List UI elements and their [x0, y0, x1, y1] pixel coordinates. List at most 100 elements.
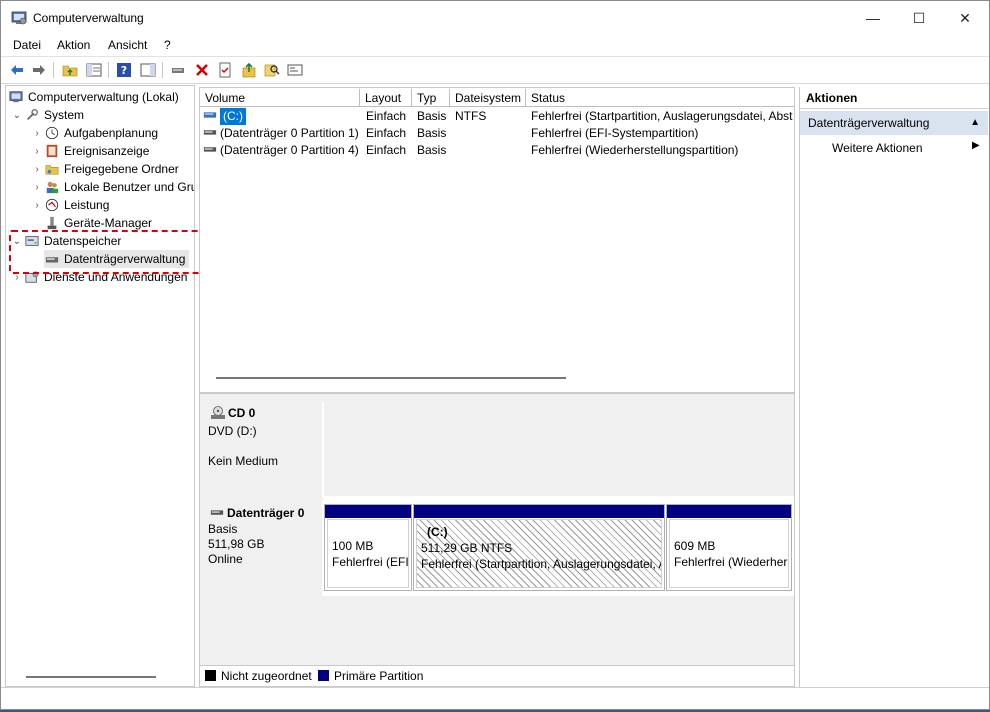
legend-label: Nicht zugeordnet: [221, 669, 312, 683]
typ-cell: Basis: [417, 126, 447, 140]
collapse-up-icon[interactable]: ▲: [970, 111, 980, 135]
partition-size: 100 MB: [332, 539, 374, 553]
window-title: Computerverwaltung: [33, 11, 144, 25]
submenu-arrow-icon[interactable]: ▶: [972, 140, 980, 151]
menu-aktion[interactable]: Aktion: [57, 38, 90, 52]
tree-item-aufgabenplanung[interactable]: › Aufgabenplanung: [30, 124, 158, 142]
connect-icon[interactable]: [169, 61, 187, 79]
table-row[interactable]: (C:) Einfach Basis NTFS Fehlerfrei (Star…: [200, 108, 794, 125]
typ-cell: Basis: [417, 143, 447, 157]
menu-help[interactable]: ?: [164, 38, 171, 52]
column-volume[interactable]: Volume: [200, 89, 360, 107]
menu-datei[interactable]: Datei: [13, 38, 41, 52]
cd-drive-icon: [210, 406, 226, 420]
column-dateisystem[interactable]: Dateisystem: [450, 89, 526, 107]
shared-folder-icon: [44, 161, 60, 177]
chevron-right-icon[interactable]: ›: [30, 164, 44, 175]
disk-drive-label: DVD (D:): [208, 424, 257, 438]
back-arrow-icon[interactable]: [8, 61, 26, 79]
toolbar: ?: [1, 56, 989, 84]
performance-icon: [44, 197, 60, 213]
actions-section-disk-management[interactable]: Datenträgerverwaltung ▲: [800, 111, 988, 135]
partition-title: (C:): [427, 525, 448, 539]
tree-root[interactable]: Computerverwaltung (Lokal): [8, 88, 179, 106]
typ-cell: Basis: [417, 109, 447, 123]
disk-name: Datenträger 0: [227, 506, 305, 520]
column-typ[interactable]: Typ: [412, 89, 450, 107]
chevron-right-icon[interactable]: ›: [30, 146, 44, 157]
tree-item-lokale-benutzer[interactable]: › Lokale Benutzer und Gru: [30, 178, 194, 196]
tree-item-label: Leistung: [64, 198, 110, 212]
console-icon[interactable]: [286, 61, 304, 79]
column-layout[interactable]: Layout: [360, 89, 412, 107]
table-row[interactable]: (Datenträger 0 Partition 1) Einfach Basi…: [200, 125, 794, 142]
legend-primary: Primäre Partition: [318, 669, 423, 683]
disk-info-disk0[interactable]: Datenträger 0 Basis 511,98 GB Online: [200, 500, 324, 596]
layout-cell: Einfach: [366, 143, 407, 157]
column-status[interactable]: Status: [526, 89, 794, 107]
tree-item-label: Freigegebene Ordner: [64, 162, 179, 176]
close-button[interactable]: ✕: [942, 1, 988, 35]
chevron-right-icon[interactable]: ›: [30, 200, 44, 211]
hard-disk-icon: [210, 507, 224, 519]
highlight-box: [9, 230, 201, 274]
help-icon[interactable]: ?: [115, 61, 133, 79]
partition-efi[interactable]: 100 MB Fehlerfrei (EFI-: [324, 504, 412, 591]
primary-partition-bar: [325, 505, 411, 518]
tree-item-system[interactable]: ⌄ System: [10, 106, 84, 124]
action-label: Weitere Aktionen: [832, 141, 923, 155]
search-icon[interactable]: [263, 61, 281, 79]
computer-management-icon: [8, 89, 24, 105]
partition-status: Fehlerfrei (Wiederher: [674, 555, 788, 569]
layout-cell: Einfach: [366, 109, 407, 123]
show-action-pane-icon[interactable]: [139, 61, 157, 79]
volume-name: (C:): [220, 108, 246, 125]
partition-c[interactable]: (C:) 511,29 GB NTFS Fehlerfrei (Startpar…: [413, 504, 665, 591]
menu-ansicht[interactable]: Ansicht: [108, 38, 147, 52]
primary-partition-bar: [414, 505, 664, 518]
partition-body: (C:) 511,29 GB NTFS Fehlerfrei (Startpar…: [416, 519, 662, 588]
chevron-down-icon[interactable]: ⌄: [10, 110, 24, 121]
partition-size: 609 MB: [674, 539, 716, 553]
export-icon[interactable]: [240, 61, 258, 79]
volume-name: (Datenträger 0 Partition 4): [220, 143, 359, 157]
show-tree-icon[interactable]: [85, 61, 103, 79]
title-bar: Computerverwaltung — ☐ ✕: [1, 1, 989, 35]
unallocated-swatch: [205, 670, 216, 681]
disk-state: Online: [208, 552, 243, 566]
volume-list-horizontal-scrollbar[interactable]: [216, 377, 566, 379]
actions-section-label: Datenträgerverwaltung: [808, 116, 930, 130]
primary-swatch: [318, 670, 329, 681]
tree-item-label: System: [44, 108, 85, 122]
svg-text:?: ?: [121, 64, 127, 77]
forward-arrow-icon[interactable]: [30, 61, 48, 79]
tree-horizontal-scrollbar[interactable]: [26, 676, 156, 678]
chevron-right-icon[interactable]: ›: [30, 128, 44, 139]
computer-management-window: Computerverwaltung — ☐ ✕ Datei Aktion An…: [0, 0, 990, 710]
tree-item-freigegebene-ordner[interactable]: › Freigegebene Ordner: [30, 160, 179, 178]
maximize-button[interactable]: ☐: [896, 1, 942, 35]
action-more-actions[interactable]: Weitere Aktionen: [832, 139, 923, 157]
users-icon: [44, 179, 60, 195]
partition-recovery[interactable]: 609 MB Fehlerfrei (Wiederher: [666, 504, 792, 591]
legend-unallocated: Nicht zugeordnet: [205, 669, 312, 683]
table-row[interactable]: (Datenträger 0 Partition 4) Einfach Basi…: [200, 142, 794, 159]
up-folder-icon[interactable]: [61, 61, 79, 79]
navigation-tree: Computerverwaltung (Lokal) ⌄ System › Au…: [5, 85, 195, 687]
layout-cell: Einfach: [366, 126, 407, 140]
minimize-button[interactable]: —: [850, 1, 896, 35]
cd-empty-area: [324, 402, 794, 498]
chevron-right-icon[interactable]: ›: [30, 182, 44, 193]
tree-item-label: Aufgabenplanung: [64, 126, 159, 140]
partition-body: 609 MB Fehlerfrei (Wiederher: [669, 519, 789, 588]
properties-icon[interactable]: [216, 61, 234, 79]
delete-icon[interactable]: [193, 61, 211, 79]
status-cell: Fehlerfrei (EFI-Systempartition): [531, 126, 699, 140]
tree-item-ereignisanzeige[interactable]: › Ereignisanzeige: [30, 142, 149, 160]
actions-header: Aktionen: [800, 87, 988, 109]
device-manager-icon: [44, 215, 60, 231]
tree-item-leistung[interactable]: › Leistung: [30, 196, 109, 214]
event-viewer-icon: [44, 143, 60, 159]
partition-status: Fehlerfrei (Startpartition, Auslagerungs…: [421, 557, 662, 571]
disk-info-cd0[interactable]: CD 0 DVD (D:) Kein Medium: [200, 402, 324, 498]
